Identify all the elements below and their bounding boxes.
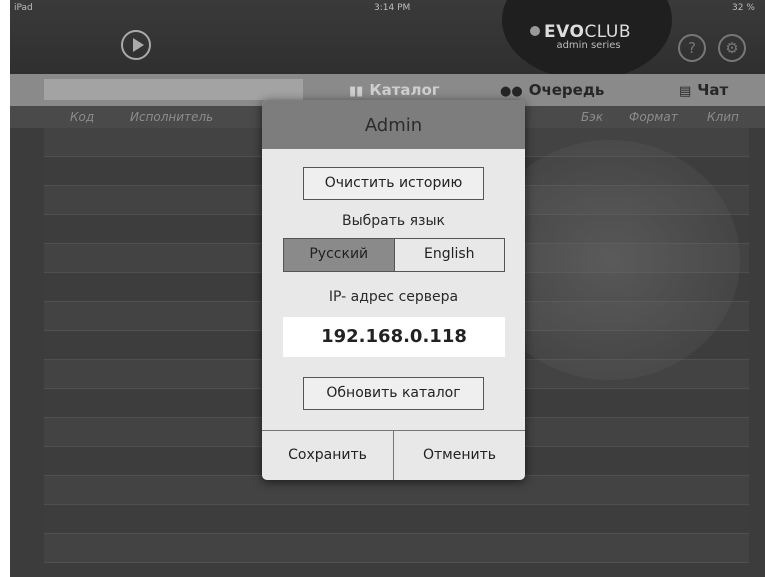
admin-dialog: Admin Очистить историю Выбрать язык Русс… <box>262 100 525 480</box>
col-back: Бэк <box>581 110 604 124</box>
settings-icon[interactable]: ⚙ <box>718 34 746 62</box>
tab-chat[interactable]: ▤ Чат <box>679 81 728 99</box>
lang-russian-button[interactable]: Русский <box>284 239 395 271</box>
choose-language-label: Выбрать язык <box>342 213 445 229</box>
ip-address-field[interactable]: 192.168.0.118 <box>283 317 505 357</box>
battery: 32 % <box>732 3 755 13</box>
play-icon[interactable] <box>121 30 151 60</box>
language-selector: Русский English <box>283 238 505 272</box>
table-row[interactable] <box>44 476 749 505</box>
tab-chat-label: Чат <box>697 81 729 99</box>
logo-brand: EVO <box>544 22 585 42</box>
save-button[interactable]: Сохранить <box>262 431 394 480</box>
logo-brand-light: CLUB <box>584 22 632 42</box>
search-input[interactable] <box>44 79 303 100</box>
lang-english-button[interactable]: English <box>395 239 505 271</box>
evoclub-logo: EVOCLUB admin series <box>530 22 631 51</box>
status-bar: iPad 3:14 PM 32 % <box>10 0 765 18</box>
logo-dot-icon <box>530 26 540 36</box>
table-row[interactable] <box>44 505 749 534</box>
dialog-footer: Сохранить Отменить <box>262 430 525 480</box>
table-row[interactable] <box>44 534 749 563</box>
people-icon: ●● <box>500 84 523 99</box>
chat-icon: ▤ <box>679 84 692 99</box>
col-artist: Исполнитель <box>130 110 214 124</box>
tab-catalog-label: Каталог <box>369 81 440 99</box>
col-clip: Клип <box>707 110 739 124</box>
help-icon[interactable]: ? <box>678 34 706 62</box>
dialog-title: Admin <box>262 100 525 149</box>
tab-queue[interactable]: ●● Очередь <box>500 81 604 99</box>
tab-queue-label: Очередь <box>528 81 605 99</box>
tab-catalog[interactable]: ▮▮ Каталог <box>349 81 440 99</box>
clock: 3:14 PM <box>374 3 411 13</box>
device-label: iPad <box>14 3 33 13</box>
book-icon: ▮▮ <box>349 84 364 99</box>
clear-history-button[interactable]: Очистить историю <box>303 167 484 200</box>
logo-subtitle: admin series <box>556 40 621 51</box>
col-code: Код <box>70 110 95 124</box>
update-catalog-button[interactable]: Обновить каталог <box>303 377 484 410</box>
cancel-button[interactable]: Отменить <box>394 431 525 480</box>
col-format: Формат <box>629 110 678 124</box>
ip-label: IP- адрес сервера <box>328 289 459 305</box>
